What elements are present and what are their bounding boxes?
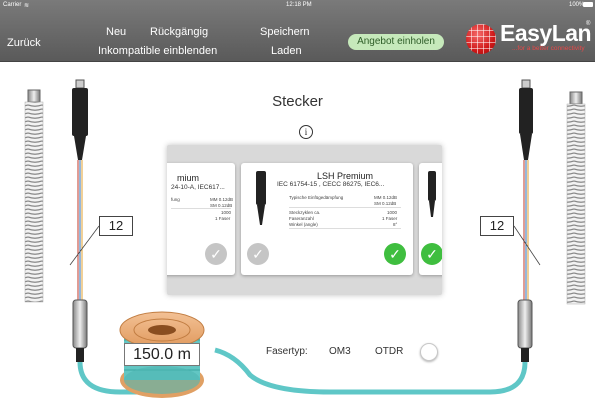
check-icon-selected[interactable]: ✓: [384, 243, 406, 265]
spec-label: Winkel (angle): [289, 222, 318, 227]
right-fiber-count[interactable]: 12: [480, 216, 514, 236]
page-title: Stecker: [272, 93, 323, 110]
right-fiber-bundle: [523, 160, 529, 300]
spec-label: Typische Einfügedämpfung: [289, 195, 344, 200]
card-title: mium: [177, 173, 199, 183]
spec-label: Faseranzahl: [289, 216, 314, 221]
spec-value: MM 0.12dB: [210, 197, 234, 202]
card-standard: IEC 61754-15 , CECC 86275, IEC6...: [277, 181, 385, 188]
connector-carousel[interactable]: mium 24-10-A, IEC617... fung MM 0.12dB S…: [167, 145, 442, 295]
info-icon[interactable]: i: [299, 125, 313, 139]
connector-thumbnail-icon: [256, 171, 266, 225]
right-breakout-boot-icon[interactable]: [517, 299, 533, 362]
spec-value: 1000: [221, 210, 232, 215]
connector-card[interactable]: mium 24-10-A, IEC617... fung MM 0.12dB S…: [167, 163, 235, 275]
fiber-type-label: Fasertyp:: [266, 346, 308, 357]
fiber-type-value[interactable]: OM3: [329, 346, 351, 357]
trunk-cable-right: [214, 347, 528, 395]
left-connector-plug-icon[interactable]: [72, 79, 88, 160]
spec-value: 1 Faser: [382, 216, 398, 221]
otdr-label: OTDR: [375, 346, 404, 357]
card-standard: 24-10-A, IEC617...: [171, 184, 225, 191]
connector-card[interactable]: ✓: [419, 163, 442, 275]
connector-card-selected[interactable]: LSH Premium IEC 61754-15 , CECC 86275, I…: [241, 163, 413, 275]
check-icon[interactable]: ✓: [247, 243, 269, 265]
check-icon[interactable]: ✓: [421, 243, 442, 265]
card-title: LSH Premium: [317, 171, 374, 181]
otdr-toggle[interactable]: [420, 343, 438, 361]
spec-value: 8°: [393, 222, 398, 227]
spec-value: 1000: [387, 210, 398, 215]
cable-length-field[interactable]: 150.0 m: [124, 343, 200, 366]
spec-value: SM 0.12dB: [374, 201, 397, 206]
spec-label: fung: [171, 197, 180, 202]
connector-thumbnail-icon: [428, 171, 436, 217]
left-fiber-bundle: [77, 160, 83, 300]
right-connector-plug-icon[interactable]: [519, 79, 533, 160]
left-breakout-boot-icon[interactable]: [72, 299, 88, 362]
spec-value: MM 0.12dB: [374, 195, 398, 200]
left-fiber-count[interactable]: 12: [99, 216, 133, 236]
spec-label: Steckzyklen ca.: [289, 210, 321, 215]
check-icon[interactable]: ✓: [205, 243, 227, 265]
right-spring-icon[interactable]: [566, 91, 586, 305]
spec-value: 1 Faser: [215, 216, 231, 221]
left-spring-icon[interactable]: [24, 89, 44, 303]
